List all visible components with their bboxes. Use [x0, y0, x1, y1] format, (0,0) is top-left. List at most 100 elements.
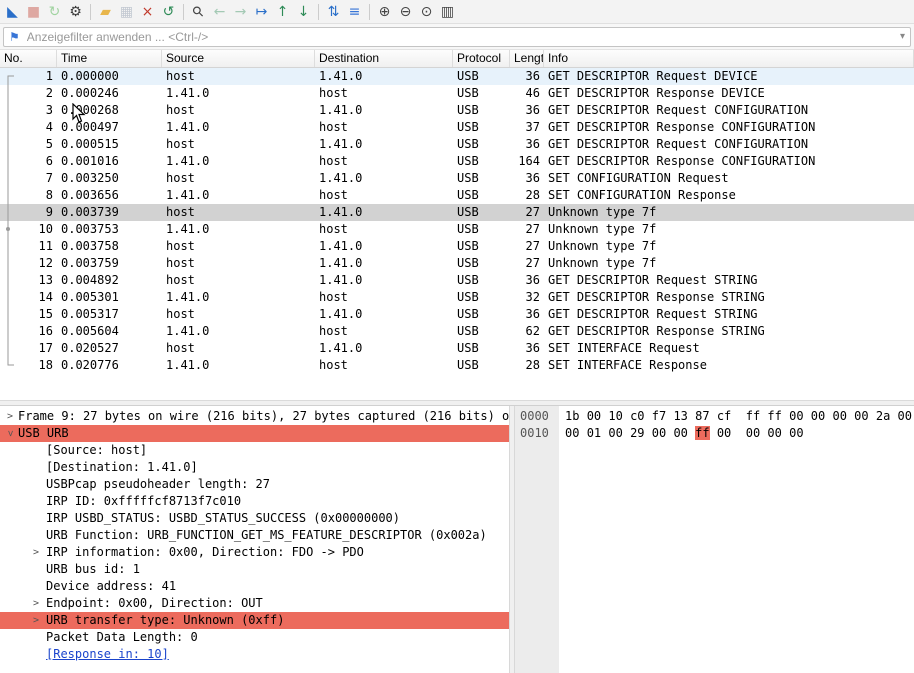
collapse-icon[interactable]: >: [2, 428, 19, 440]
start-capture-icon[interactable]: ◣: [2, 2, 23, 22]
zoom-in-icon[interactable]: ⊕: [374, 2, 395, 22]
packet-cell-protocol: USB: [453, 153, 510, 170]
packet-row-17[interactable]: 170.020527host1.41.0USB36SET INTERFACE R…: [0, 340, 914, 357]
packet-cell-no: 3: [0, 102, 57, 119]
detail-line[interactable]: IRP USBD_STATUS: USBD_STATUS_SUCCESS (0x…: [0, 510, 509, 527]
packet-row-15[interactable]: 150.005317host1.41.0USB36GET DESCRIPTOR …: [0, 306, 914, 323]
detail-line[interactable]: Packet Data Length: 0: [0, 629, 509, 646]
expand-icon[interactable]: >: [30, 612, 42, 629]
packet-cell-length: 36: [510, 340, 544, 357]
packet-cell-length: 36: [510, 102, 544, 119]
wireshark-window: ◣■↻⚙▰▦×↺⚲←→↦↑↓⇅≡⊕⊖⊙▥ ⚑ ▾ No. Time Source…: [0, 0, 914, 673]
detail-line[interactable]: Device address: 41: [0, 578, 509, 595]
packet-cell-no: 5: [0, 136, 57, 153]
packet-cell-time: 0.003753: [57, 221, 162, 238]
hex-line[interactable]: 00001b 00 10 c0 f7 13 87 cf ff ff 00 00 …: [515, 408, 914, 425]
packet-cell-no: 2: [0, 85, 57, 102]
packet-row-5[interactable]: 50.000515host1.41.0USB36GET DESCRIPTOR R…: [0, 136, 914, 153]
packet-cell-length: 36: [510, 306, 544, 323]
expand-icon[interactable]: >: [4, 408, 16, 425]
detail-text: [Response in: 10]: [46, 647, 169, 661]
packet-row-12[interactable]: 120.003759host1.41.0USB27Unknown type 7f: [0, 255, 914, 272]
packet-row-13[interactable]: 130.004892host1.41.0USB36GET DESCRIPTOR …: [0, 272, 914, 289]
detail-line[interactable]: >USB URB: [0, 425, 509, 442]
column-header-protocol[interactable]: Protocol: [453, 50, 510, 67]
colorize-packets-icon[interactable]: ≡: [344, 2, 365, 22]
filter-dropdown-icon[interactable]: ▾: [900, 31, 905, 42]
packet-cell-destination: host: [315, 289, 453, 306]
packet-cell-source: host: [162, 170, 315, 187]
save-file-icon[interactable]: ▦: [116, 2, 137, 22]
go-to-packet-icon[interactable]: ↦: [251, 2, 272, 22]
packet-cell-no: 18: [0, 357, 57, 374]
packet-row-3[interactable]: 30.000268host1.41.0USB36GET DESCRIPTOR R…: [0, 102, 914, 119]
packet-cell-info: GET DESCRIPTOR Request DEVICE: [544, 68, 914, 85]
packet-row-1[interactable]: 10.000000host1.41.0USB36GET DESCRIPTOR R…: [0, 68, 914, 85]
detail-line[interactable]: >Endpoint: 0x00, Direction: OUT: [0, 595, 509, 612]
detail-line[interactable]: URB Function: URB_FUNCTION_GET_MS_FEATUR…: [0, 527, 509, 544]
expand-icon[interactable]: >: [30, 544, 42, 561]
column-header-length[interactable]: Length: [510, 50, 544, 67]
detail-line[interactable]: >IRP information: 0x00, Direction: FDO -…: [0, 544, 509, 561]
stop-capture-icon[interactable]: ■: [23, 2, 44, 22]
go-back-icon[interactable]: ←: [209, 2, 230, 22]
detail-line[interactable]: >Frame 9: 27 bytes on wire (216 bits), 2…: [0, 408, 509, 425]
packet-row-18[interactable]: 180.0207761.41.0hostUSB28SET INTERFACE R…: [0, 357, 914, 374]
resize-columns-icon[interactable]: ▥: [437, 2, 458, 22]
packet-row-8[interactable]: 80.0036561.41.0hostUSB28SET CONFIGURATIO…: [0, 187, 914, 204]
column-header-no[interactable]: No.: [0, 50, 57, 67]
packet-cell-info: GET DESCRIPTOR Request STRING: [544, 272, 914, 289]
column-header-info[interactable]: Info: [544, 50, 914, 67]
packet-row-6[interactable]: 60.0010161.41.0hostUSB164GET DESCRIPTOR …: [0, 153, 914, 170]
packet-row-4[interactable]: 40.0004971.41.0hostUSB37GET DESCRIPTOR R…: [0, 119, 914, 136]
packet-cell-protocol: USB: [453, 187, 510, 204]
detail-line[interactable]: URB bus id: 1: [0, 561, 509, 578]
packet-cell-protocol: USB: [453, 170, 510, 187]
display-filter-box[interactable]: ⚑ ▾: [3, 27, 911, 47]
capture-options-icon[interactable]: ⚙: [65, 2, 86, 22]
zoom-out-icon[interactable]: ⊖: [395, 2, 416, 22]
column-header-time[interactable]: Time: [57, 50, 162, 67]
close-file-icon[interactable]: ×: [137, 2, 158, 22]
zoom-normal-icon[interactable]: ⊙: [416, 2, 437, 22]
packet-cell-length: 62: [510, 323, 544, 340]
go-last-packet-icon[interactable]: ↓: [293, 2, 314, 22]
go-first-packet-icon[interactable]: ↑: [272, 2, 293, 22]
packet-cell-info: Unknown type 7f: [544, 255, 914, 272]
detail-line[interactable]: >URB transfer type: Unknown (0xff): [0, 612, 509, 629]
reload-file-icon[interactable]: ↺: [158, 2, 179, 22]
packet-cell-no: 12: [0, 255, 57, 272]
packet-row-14[interactable]: 140.0053011.41.0hostUSB32GET DESCRIPTOR …: [0, 289, 914, 306]
packet-row-9[interactable]: 90.003739host1.41.0USB27Unknown type 7f: [0, 204, 914, 221]
open-file-icon[interactable]: ▰: [95, 2, 116, 22]
restart-capture-icon[interactable]: ↻: [44, 2, 65, 22]
hex-line[interactable]: 001000 01 00 29 00 00 ff 00 00 00 00: [515, 425, 914, 442]
auto-scroll-icon[interactable]: ⇅: [323, 2, 344, 22]
packet-row-7[interactable]: 70.003250host1.41.0USB36SET CONFIGURATIO…: [0, 170, 914, 187]
packet-row-2[interactable]: 20.0002461.41.0hostUSB46GET DESCRIPTOR R…: [0, 85, 914, 102]
filter-bookmark-icon[interactable]: ⚑: [9, 30, 20, 44]
column-header-destination[interactable]: Destination: [315, 50, 453, 67]
packet-cell-protocol: USB: [453, 85, 510, 102]
packet-cell-protocol: USB: [453, 340, 510, 357]
packet-cell-source: 1.41.0: [162, 221, 315, 238]
packet-cell-protocol: USB: [453, 306, 510, 323]
go-forward-icon[interactable]: →: [230, 2, 251, 22]
column-header-source[interactable]: Source: [162, 50, 315, 67]
expand-icon[interactable]: >: [30, 595, 42, 612]
detail-line[interactable]: [Source: host]: [0, 442, 509, 459]
packet-row-16[interactable]: 160.0056041.41.0hostUSB62GET DESCRIPTOR …: [0, 323, 914, 340]
display-filter-input[interactable]: [25, 29, 895, 45]
packet-list-body: 10.000000host1.41.0USB36GET DESCRIPTOR R…: [0, 68, 914, 374]
packet-cell-destination: 1.41.0: [315, 272, 453, 289]
detail-line[interactable]: [Response in: 10]: [0, 646, 509, 663]
packet-row-11[interactable]: 110.003758host1.41.0USB27Unknown type 7f: [0, 238, 914, 255]
packet-cell-destination: host: [315, 119, 453, 136]
packet-row-10[interactable]: 100.0037531.41.0hostUSB27Unknown type 7f: [0, 221, 914, 238]
detail-line[interactable]: IRP ID: 0xfffffcf8713f7c010: [0, 493, 509, 510]
detail-line[interactable]: USBPcap pseudoheader length: 27: [0, 476, 509, 493]
packet-cell-time: 0.001016: [57, 153, 162, 170]
detail-line[interactable]: [Destination: 1.41.0]: [0, 459, 509, 476]
packet-cell-protocol: USB: [453, 289, 510, 306]
detail-text: Device address: 41: [46, 579, 176, 593]
